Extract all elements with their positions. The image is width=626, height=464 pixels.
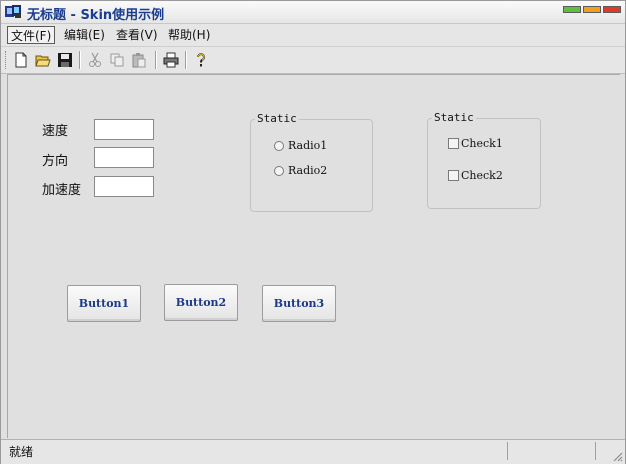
resize-grip-icon[interactable] [611, 450, 623, 462]
toolbar-grip[interactable] [5, 51, 8, 69]
button3[interactable]: Button3 [262, 285, 336, 322]
menu-bar: 文件(F) 编辑(E) 查看(V) 帮助(H) [1, 24, 625, 47]
cut-icon[interactable] [87, 52, 103, 68]
direction-label: 方向 [42, 154, 69, 169]
check-group-title: Static [432, 111, 476, 124]
new-file-icon[interactable] [13, 52, 29, 68]
radio1-option[interactable]: Radio1 [274, 139, 327, 152]
acceleration-label: 加速度 [42, 183, 82, 198]
check1-option[interactable]: Check1 [448, 137, 503, 150]
radio1-label: Radio1 [288, 139, 328, 152]
print-icon[interactable] [163, 52, 179, 68]
radio-group-title: Static [255, 112, 299, 125]
radio2-label: Radio2 [288, 164, 328, 177]
menu-edit[interactable]: 编辑(E) [61, 26, 108, 44]
save-icon[interactable] [57, 52, 73, 68]
acceleration-input[interactable] [94, 176, 154, 197]
close-button[interactable] [603, 6, 621, 13]
copy-icon[interactable] [109, 52, 125, 68]
menu-help[interactable]: 帮助(H) [165, 26, 213, 44]
speed-input[interactable] [94, 119, 154, 140]
menu-view[interactable]: 查看(V) [113, 26, 161, 44]
paste-icon[interactable] [131, 52, 147, 68]
client-area: 速度 方向 加速度 Static Radio1 Radio2 Static Ch… [7, 74, 620, 438]
toolbar-separator [79, 51, 81, 69]
radio2-circle[interactable] [274, 165, 284, 176]
minimize-button[interactable] [563, 6, 581, 13]
status-bar: 就绪 [1, 439, 625, 464]
open-folder-icon[interactable] [35, 52, 51, 68]
check2-label: Check2 [461, 169, 503, 182]
speed-label: 速度 [42, 124, 69, 139]
toolbar-separator [155, 51, 157, 69]
status-pane-divider [507, 442, 508, 460]
help-icon[interactable] [193, 52, 209, 68]
window-controls [563, 6, 621, 13]
check2-option[interactable]: Check2 [448, 169, 503, 182]
button2[interactable]: Button2 [164, 284, 238, 321]
status-pane-divider [595, 442, 596, 460]
toolbar [1, 47, 625, 74]
check2-box[interactable] [448, 170, 459, 181]
title-bar[interactable]: 无标题 - Skin使用示例 [1, 1, 625, 24]
check1-box[interactable] [448, 138, 459, 149]
maximize-button[interactable] [583, 6, 601, 13]
menu-file[interactable]: 文件(F) [7, 26, 56, 44]
app-window: 无标题 - Skin使用示例 文件(F) 编辑(E) 查看(V) 帮助(H) 速… [0, 0, 626, 464]
check-groupbox: Static Check1 Check2 [427, 111, 541, 209]
direction-input[interactable] [94, 147, 154, 168]
toolbar-separator [185, 51, 187, 69]
radio2-option[interactable]: Radio2 [274, 164, 327, 177]
radio-groupbox: Static Radio1 Radio2 [250, 112, 373, 212]
radio1-circle[interactable] [274, 140, 284, 151]
button1[interactable]: Button1 [67, 285, 141, 322]
app-icon [5, 5, 21, 18]
window-title: 无标题 - Skin使用示例 [27, 8, 165, 23]
check1-label: Check1 [461, 137, 503, 150]
status-text: 就绪 [9, 445, 34, 459]
